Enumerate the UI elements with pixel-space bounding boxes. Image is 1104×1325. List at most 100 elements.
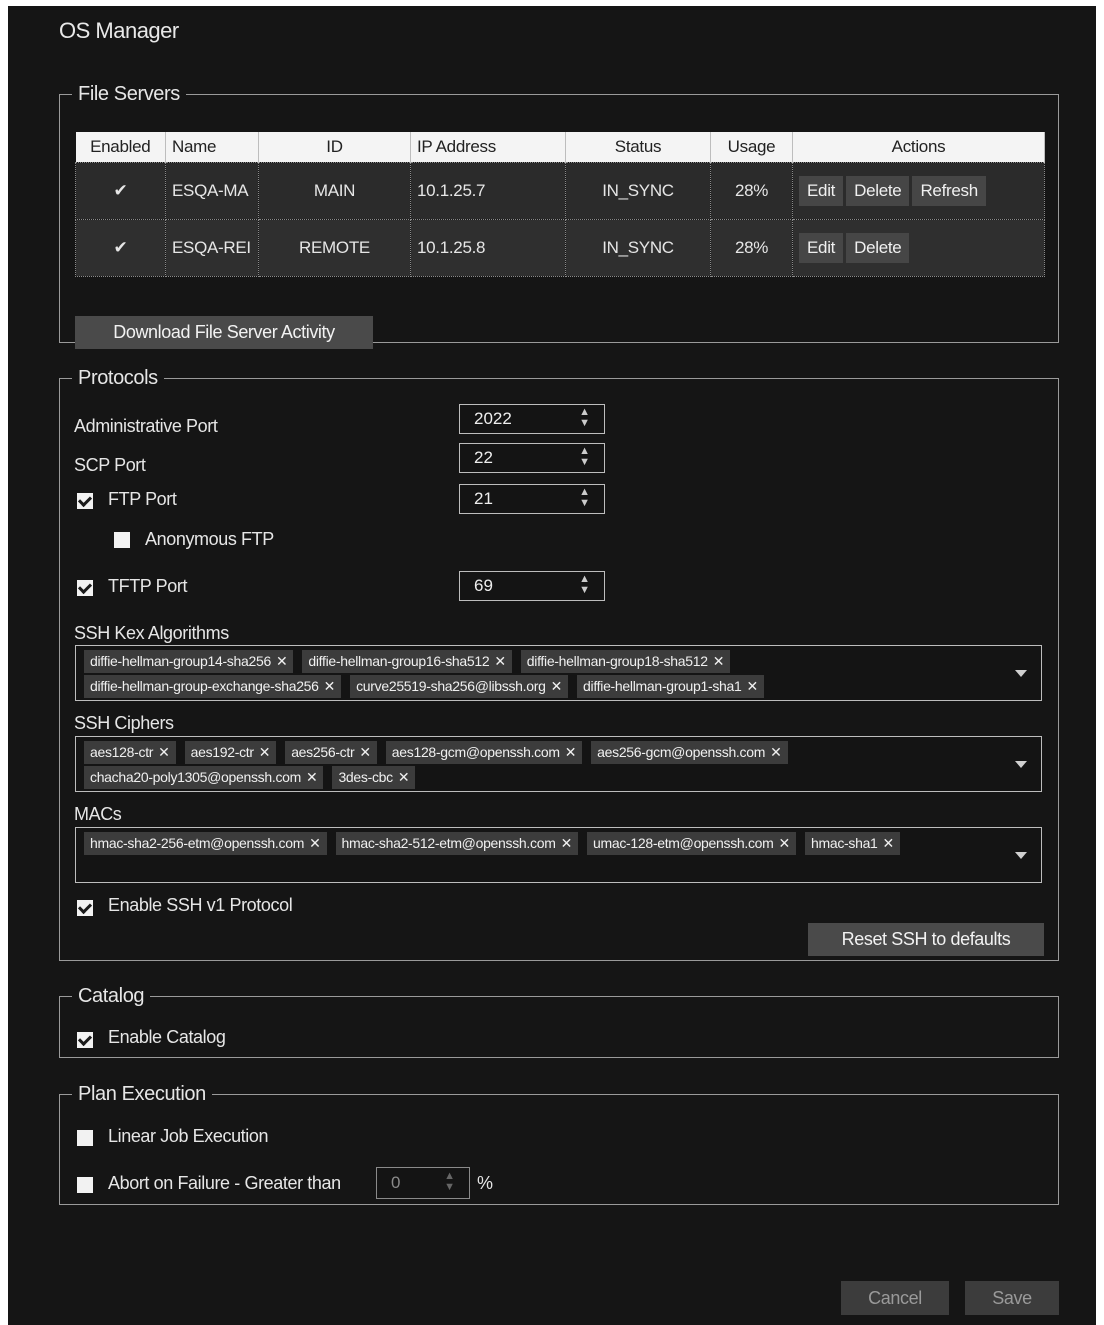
remove-tag-icon[interactable]: ✕: [747, 678, 759, 694]
delete-button[interactable]: Delete: [846, 176, 910, 206]
reset-ssh-button[interactable]: Reset SSH to defaults: [808, 923, 1044, 956]
delete-button[interactable]: Delete: [846, 233, 910, 263]
server-id: REMOTE: [258, 219, 411, 277]
tag-label: diffie-hellman-group-exchange-sha256: [90, 678, 319, 694]
remove-tag-icon[interactable]: ✕: [551, 678, 563, 694]
spinner-arrows-icon[interactable]: ▲ ▼: [444, 1171, 455, 1193]
server-usage: 28%: [710, 219, 793, 277]
tag-label: hmac-sha2-512-etm@openssh.com: [341, 835, 556, 851]
selected-tag: aes256-gcm@openssh.com ✕: [591, 741, 788, 764]
ftp-port-checkbox[interactable]: [77, 493, 93, 509]
remove-tag-icon[interactable]: ✕: [324, 678, 336, 694]
save-button[interactable]: Save: [965, 1281, 1059, 1315]
tag-label: aes256-ctr: [291, 744, 355, 760]
ftp-port-input[interactable]: 21 ▲ ▼: [459, 484, 605, 514]
admin-port-input[interactable]: 2022 ▲ ▼: [459, 404, 605, 434]
ssh-ciphers-multiselect[interactable]: aes128-ctr ✕ aes192-ctr ✕ aes256-ctr ✕ aes128-…: [75, 736, 1042, 792]
remove-tag-icon[interactable]: ✕: [494, 653, 506, 669]
abort-threshold-input[interactable]: 0 ▲ ▼: [376, 1167, 470, 1199]
col-actions: Actions: [792, 132, 1045, 163]
remove-tag-icon[interactable]: ✕: [276, 653, 288, 669]
anonymous-ftp-checkbox[interactable]: [114, 532, 130, 548]
edit-button[interactable]: Edit: [799, 176, 844, 206]
tftp-port-checkbox[interactable]: [77, 580, 93, 596]
plan-execution-group: Plan Execution Linear Job Execution Abor…: [59, 1083, 1059, 1205]
selected-tag: aes192-ctr ✕: [184, 741, 277, 764]
enable-catalog-checkbox[interactable]: [77, 1032, 93, 1048]
tag-label: diffie-hellman-group18-sha512: [526, 653, 708, 669]
server-status: IN_SYNC: [565, 219, 711, 277]
anonymous-ftp-label: Anonymous FTP: [145, 529, 274, 549]
edit-button[interactable]: Edit: [799, 233, 844, 263]
tag-label: aes128-gcm@openssh.com: [391, 744, 560, 760]
col-name[interactable]: Name: [165, 132, 259, 163]
selected-tag: curve25519-sha256@libssh.org ✕: [350, 675, 569, 698]
col-usage[interactable]: Usage: [710, 132, 793, 163]
selected-tag: hmac-sha2-512-etm@openssh.com ✕: [335, 832, 578, 855]
selected-tag: hmac-sha2-256-etm@openssh.com ✕: [84, 832, 327, 855]
chevron-down-icon[interactable]: [1015, 670, 1027, 677]
tag-label: diffie-hellman-group1-sha1: [583, 678, 742, 694]
table-row[interactable]: ✔ ESQA-REI REMOTE 10.1.25.8 IN_SYNC 28% …: [75, 219, 1045, 277]
chevron-down-icon[interactable]: [1015, 852, 1027, 859]
col-enabled[interactable]: Enabled: [75, 132, 166, 163]
remove-tag-icon[interactable]: ✕: [306, 769, 318, 785]
ssh-kex-multiselect[interactable]: diffie-hellman-group14-sha256 ✕ diffie-hel…: [75, 645, 1042, 701]
tag-label: aes192-ctr: [190, 744, 254, 760]
enable-catalog-label: Enable Catalog: [108, 1027, 226, 1047]
remove-tag-icon[interactable]: ✕: [309, 835, 321, 851]
remove-tag-icon[interactable]: ✕: [770, 744, 782, 760]
tag-label: aes256-gcm@openssh.com: [597, 744, 766, 760]
cancel-button[interactable]: Cancel: [841, 1281, 949, 1315]
server-name: ESQA-MA: [165, 162, 259, 220]
tftp-port-input[interactable]: 69 ▲ ▼: [459, 571, 605, 601]
tag-label: hmac-sha1: [810, 835, 878, 851]
server-status: IN_SYNC: [565, 162, 711, 220]
spinner-arrows-icon[interactable]: ▲ ▼: [579, 446, 590, 468]
enabled-check-icon: ✔: [75, 219, 166, 277]
selected-tag: aes256-ctr ✕: [285, 741, 377, 764]
remove-tag-icon[interactable]: ✕: [883, 835, 895, 851]
download-activity-button[interactable]: Download File Server Activity: [75, 316, 373, 349]
selected-tag: diffie-hellman-group1-sha1 ✕: [577, 675, 764, 698]
refresh-button[interactable]: Refresh: [912, 176, 986, 206]
remove-tag-icon[interactable]: ✕: [713, 653, 725, 669]
macs-multiselect[interactable]: hmac-sha2-256-etm@openssh.com ✕ hmac-sha2-…: [75, 827, 1042, 883]
table-header-row: Enabled Name ID IP Address Status Usage …: [75, 132, 1045, 163]
abort-on-failure-label: Abort on Failure - Greater than: [108, 1173, 341, 1193]
server-actions: Edit Delete: [792, 219, 1045, 277]
tag-label: chacha20-poly1305@openssh.com: [90, 769, 301, 785]
remove-tag-icon[interactable]: ✕: [565, 744, 577, 760]
tftp-port-label: TFTP Port: [108, 576, 188, 596]
file-servers-table: Enabled Name ID IP Address Status Usage …: [75, 132, 1045, 277]
ssh-v1-checkbox[interactable]: [77, 900, 93, 916]
spinner-arrows-icon[interactable]: ▲ ▼: [579, 407, 590, 429]
remove-tag-icon[interactable]: ✕: [359, 744, 371, 760]
remove-tag-icon[interactable]: ✕: [259, 744, 271, 760]
spinner-arrows-icon[interactable]: ▲ ▼: [579, 487, 590, 509]
selected-tag: diffie-hellman-group16-sha512 ✕: [302, 650, 512, 673]
spinner-arrows-icon[interactable]: ▲ ▼: [579, 574, 590, 596]
tag-label: diffie-hellman-group14-sha256: [90, 653, 271, 669]
tag-label: hmac-sha2-256-etm@openssh.com: [90, 835, 305, 851]
percent-label: %: [477, 1173, 493, 1193]
selected-tag: aes128-gcm@openssh.com ✕: [385, 741, 583, 764]
remove-tag-icon[interactable]: ✕: [398, 769, 410, 785]
scp-port-input[interactable]: 22 ▲ ▼: [459, 443, 605, 473]
server-ip: 10.1.25.7: [410, 162, 566, 220]
table-row[interactable]: ✔ ESQA-MA MAIN 10.1.25.7 IN_SYNC 28% Edi…: [75, 162, 1045, 220]
remove-tag-icon[interactable]: ✕: [158, 744, 170, 760]
selected-tag: diffie-hellman-group-exchange-sha256 ✕: [84, 675, 342, 698]
abort-on-failure-checkbox[interactable]: [77, 1177, 93, 1193]
col-ip-address[interactable]: IP Address: [410, 132, 566, 163]
server-id: MAIN: [258, 162, 411, 220]
col-id[interactable]: ID: [258, 132, 411, 163]
selected-tag: 3des-cbc ✕: [332, 766, 416, 789]
remove-tag-icon[interactable]: ✕: [779, 835, 791, 851]
os-manager-dialog: OS Manager File Servers Enabled Name ID …: [8, 6, 1096, 1325]
server-ip: 10.1.25.8: [410, 219, 566, 277]
chevron-down-icon[interactable]: [1015, 761, 1027, 768]
col-status[interactable]: Status: [565, 132, 711, 163]
linear-job-checkbox[interactable]: [77, 1130, 93, 1146]
remove-tag-icon[interactable]: ✕: [561, 835, 573, 851]
